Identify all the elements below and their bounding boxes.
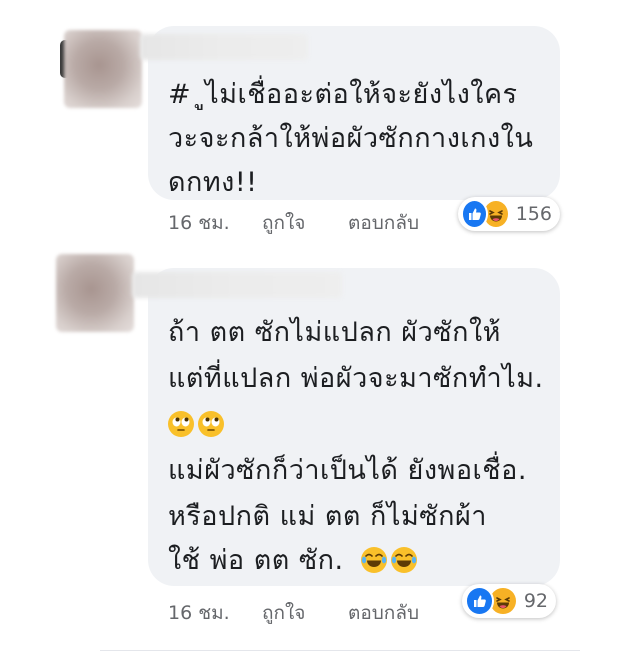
reaction-count: 156 xyxy=(515,203,552,225)
comment-text-line: หรือปกติ แม่ ตต ก็ไม่ซักผ้า xyxy=(168,501,487,532)
like-link[interactable]: ถูกใจ xyxy=(262,598,305,628)
avatar[interactable] xyxy=(56,254,134,332)
tears-of-joy-emoji-icon xyxy=(360,547,387,573)
reply-link[interactable]: ตอบกลับ xyxy=(348,598,419,628)
comment-text-line: แม่ผัวซักก็ว่าเป็นได้ ยังพอเชื่อ. xyxy=(168,455,527,486)
reaction-count: 92 xyxy=(523,590,548,612)
comment-text-line: แต่ที่แปลก พ่อผัวจะมาซักทำไม. xyxy=(168,363,544,394)
reply-link[interactable]: ตอบกลับ xyxy=(348,208,419,238)
commenter-name-blurred[interactable] xyxy=(132,272,342,298)
like-icon xyxy=(465,586,495,616)
comment-text-line: วะจะกล้าให้พ่อผัวซักกางเกงใน xyxy=(168,123,534,154)
commenter-name-blurred[interactable] xyxy=(140,34,308,60)
comment-text-line: # ูไม่เชื่ออะต่อให้จะยังไงใคร xyxy=(168,79,518,110)
eye-roll-emoji-icon xyxy=(198,411,224,437)
tears-of-joy-emoji-icon xyxy=(390,547,417,573)
like-link[interactable]: ถูกใจ xyxy=(262,208,305,238)
emoji-line xyxy=(168,408,228,442)
avatar[interactable] xyxy=(64,30,142,108)
comment-text-line-with-emoji: ใช้ พ่อ ตต ซัก. xyxy=(168,544,421,578)
comment-text: ใช้ พ่อ ตต ซัก. xyxy=(168,545,344,576)
comment-timestamp[interactable]: 16 ชม. xyxy=(168,208,230,238)
divider xyxy=(100,650,580,651)
reaction-summary[interactable]: 156 xyxy=(458,197,560,231)
comment-timestamp[interactable]: 16 ชม. xyxy=(168,598,230,628)
reaction-summary[interactable]: 92 xyxy=(462,584,556,618)
comment-text-line: ดกทง!! xyxy=(168,167,258,198)
eye-roll-emoji-icon xyxy=(168,411,194,437)
comment-text-line: ถ้า ตต ซักไม่แปลก ผัวซักให้ xyxy=(168,317,501,348)
